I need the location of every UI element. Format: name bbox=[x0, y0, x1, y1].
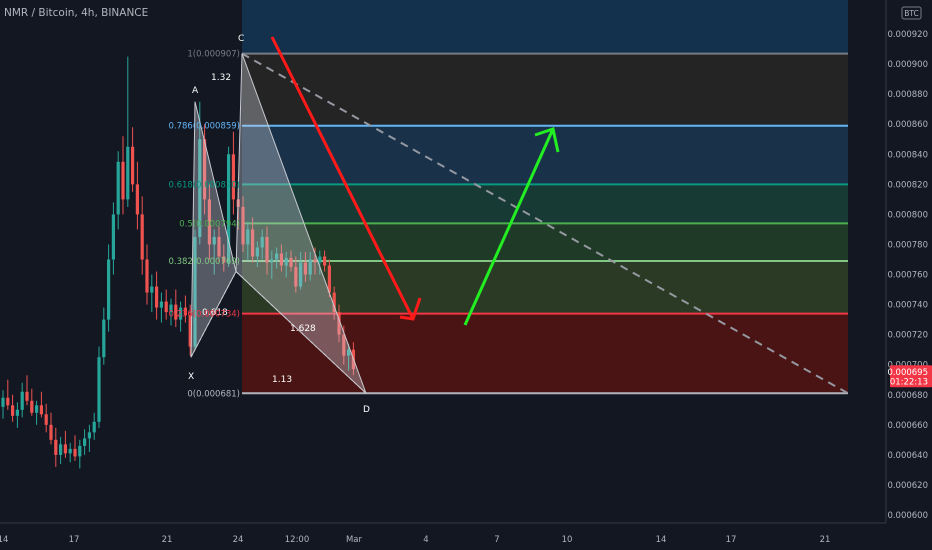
time-tick-label: 24 bbox=[233, 535, 244, 545]
pattern-point-label: D bbox=[363, 405, 370, 415]
currency-badge-label: BTC bbox=[904, 9, 919, 18]
price-tick-label: 0.000720 bbox=[887, 331, 928, 341]
pattern-ratio-label: 1.32 bbox=[211, 73, 231, 83]
candle-body bbox=[102, 319, 106, 358]
price-tick-label: 0.000660 bbox=[887, 421, 928, 431]
candle-body bbox=[59, 444, 63, 455]
fib-level-label: 1(0.000907) bbox=[187, 50, 240, 60]
time-tick-label: Mar bbox=[346, 535, 363, 545]
candle-body bbox=[11, 405, 15, 416]
fib-level-label: 0.786(0.000859) bbox=[168, 122, 240, 132]
time-tick-label: 17 bbox=[726, 535, 737, 545]
pattern-point-label: X bbox=[188, 372, 194, 382]
candle-body bbox=[20, 391, 24, 410]
time-axis-background bbox=[0, 523, 932, 550]
candle-body bbox=[126, 146, 130, 200]
price-tick-label: 0.000900 bbox=[887, 60, 928, 70]
price-tick-label: 0.000860 bbox=[887, 120, 928, 130]
fib-level-label: 0.382(0.000769) bbox=[168, 257, 240, 267]
price-tick-label: 0.000740 bbox=[887, 301, 928, 311]
time-axis[interactable]: 14 17 21 24 12:00 Mar 4 7 10 14 17 21 bbox=[0, 522, 932, 550]
time-tick-label: 12:00 bbox=[285, 535, 310, 545]
candle-body bbox=[97, 357, 101, 422]
candle-body bbox=[49, 424, 53, 440]
candle-body bbox=[78, 445, 82, 457]
price-tick-label: 0.000620 bbox=[887, 481, 928, 491]
time-tick-label: 14 bbox=[0, 535, 8, 545]
price-tick-label: 0.000680 bbox=[887, 391, 928, 401]
candle-body bbox=[111, 214, 115, 260]
price-tick-label: 0.000880 bbox=[887, 90, 928, 100]
fib-level-label: 0.236(0.000734) bbox=[168, 310, 240, 320]
time-tick-label: 7 bbox=[494, 535, 499, 545]
trading-chart[interactable]: XACD1.320.6181.6281.13 0(0.000681)0.236(… bbox=[0, 0, 932, 550]
candle-body bbox=[159, 301, 163, 308]
candle-body bbox=[44, 414, 48, 425]
candle-body bbox=[73, 448, 77, 457]
candle-body bbox=[25, 391, 29, 401]
price-tick-label: 0.000640 bbox=[887, 451, 928, 461]
last-price-value: 0.000695 bbox=[887, 368, 928, 378]
candle-body bbox=[15, 409, 19, 416]
candle-body bbox=[140, 214, 144, 260]
candle-body bbox=[87, 432, 91, 439]
price-tick-label: 0.000800 bbox=[887, 210, 928, 220]
pattern-ratio-label: 1.13 bbox=[272, 375, 292, 385]
candle-body bbox=[131, 146, 135, 185]
time-tick-label: 17 bbox=[69, 535, 80, 545]
candle-body bbox=[135, 184, 139, 215]
candle-body bbox=[30, 400, 34, 413]
pattern-ratio-label: 1.628 bbox=[290, 324, 316, 334]
time-tick-label: 10 bbox=[562, 535, 573, 545]
candle-body bbox=[63, 444, 67, 454]
fib-level-label: 0(0.000681) bbox=[187, 389, 240, 399]
bar-countdown: 01:22:13 bbox=[890, 378, 928, 388]
candle-body bbox=[68, 448, 72, 454]
fib-zone bbox=[242, 53, 848, 126]
price-axis[interactable]: 0.000600 0.000620 0.000640 0.000660 0.000680… bbox=[885, 0, 932, 550]
candle-body bbox=[323, 256, 327, 266]
fib-zone bbox=[242, 184, 848, 224]
candle-body bbox=[121, 161, 125, 200]
time-tick-label: 21 bbox=[820, 535, 831, 545]
candle-body bbox=[150, 286, 154, 293]
pattern-point-label: C bbox=[238, 34, 244, 44]
candle-body bbox=[145, 259, 149, 293]
time-tick-label: 14 bbox=[656, 535, 667, 545]
price-tick-label: 0.000920 bbox=[887, 30, 928, 40]
pattern-point-label: A bbox=[192, 86, 199, 96]
candle-body bbox=[1, 397, 5, 407]
candle-body bbox=[231, 154, 235, 200]
fib-zone bbox=[242, 125, 848, 185]
time-tick-label: 21 bbox=[162, 535, 173, 545]
candle-body bbox=[39, 405, 43, 415]
price-tick-label: 0.000780 bbox=[887, 240, 928, 250]
price-tick-label: 0.000760 bbox=[887, 271, 928, 281]
price-tick-label: 0.000820 bbox=[887, 180, 928, 190]
price-tick-label: 0.000840 bbox=[887, 150, 928, 160]
candle-body bbox=[54, 439, 58, 455]
candle-body bbox=[92, 421, 96, 433]
time-tick-label: 4 bbox=[423, 535, 428, 545]
fib-zone-top bbox=[242, 0, 848, 54]
price-tick-label: 0.000600 bbox=[887, 511, 928, 521]
candle-body bbox=[107, 259, 111, 320]
candle-body bbox=[318, 256, 322, 263]
candle-body bbox=[6, 397, 10, 406]
fib-zone bbox=[242, 223, 848, 262]
fib-level-label: 0.618(0.000820) bbox=[168, 180, 240, 190]
candle-body bbox=[83, 438, 87, 446]
symbol-title: NMR / Bitcoin, 4h, BINANCE bbox=[4, 7, 149, 19]
fib-level-label: 0.5(0.000794) bbox=[179, 219, 240, 229]
candle-body bbox=[155, 286, 159, 308]
candle-body bbox=[35, 405, 39, 413]
candle-body bbox=[164, 301, 168, 313]
candle-body bbox=[116, 161, 120, 215]
